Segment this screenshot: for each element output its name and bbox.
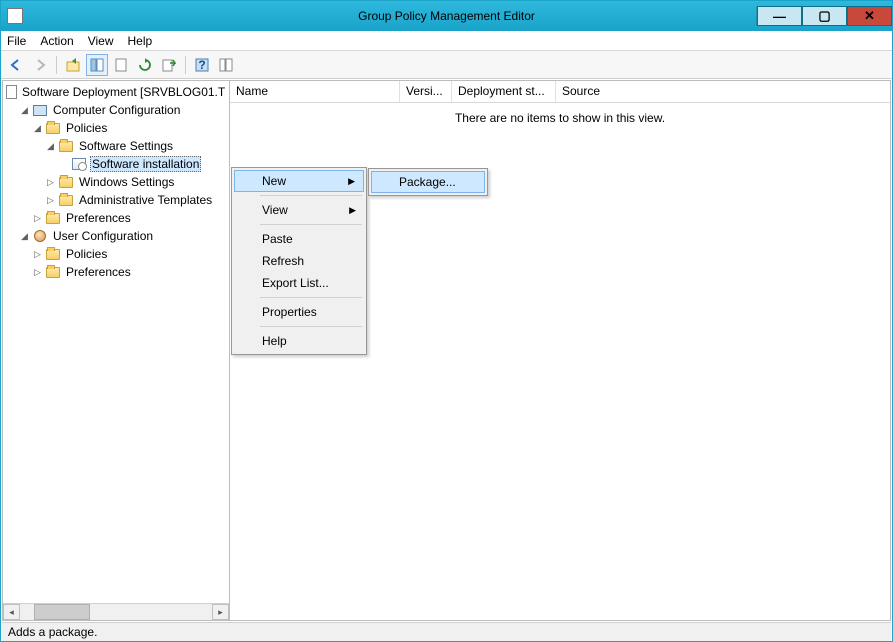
options-button[interactable]	[215, 54, 237, 76]
menu-separator	[260, 224, 362, 225]
scroll-left-button[interactable]: ◂	[3, 604, 20, 620]
empty-list-message: There are no items to show in this view.	[230, 103, 890, 125]
menu-item-label: Properties	[262, 305, 317, 319]
column-headers: Name Versi... Deployment st... Source	[230, 81, 890, 103]
menu-item-label: Help	[262, 334, 287, 348]
expand-icon[interactable]: ▷	[44, 176, 57, 189]
properties-button[interactable]	[110, 54, 132, 76]
folder-icon	[45, 210, 61, 226]
window-title: Group Policy Management Editor	[1, 9, 892, 23]
collapse-icon[interactable]: ◢	[18, 104, 31, 117]
menu-separator	[260, 297, 362, 298]
menu-item-label: Refresh	[262, 254, 304, 268]
submenu-arrow-icon: ▶	[348, 176, 355, 187]
folder-icon	[45, 120, 61, 136]
collapse-icon[interactable]: ◢	[44, 140, 57, 153]
tree-policies[interactable]: Policies	[64, 121, 109, 135]
help-button[interactable]: ?	[191, 54, 213, 76]
folder-icon	[58, 138, 74, 154]
tree-preferences[interactable]: Preferences	[64, 211, 133, 225]
menu-item-label: Export List...	[262, 276, 329, 290]
col-version[interactable]: Versi...	[400, 81, 452, 102]
tree-computer-config[interactable]: Computer Configuration	[51, 103, 182, 117]
menu-item-label: New	[262, 174, 286, 188]
toolbar: ?	[1, 51, 892, 79]
menu-item-label: Paste	[262, 232, 293, 246]
horizontal-scrollbar[interactable]: ◂ ▸	[3, 603, 229, 620]
menu-bar: File Action View Help	[1, 31, 892, 51]
tree-admin-templates[interactable]: Administrative Templates	[77, 193, 214, 207]
tree-software-installation[interactable]: Software installation	[90, 156, 201, 172]
back-button[interactable]	[5, 54, 27, 76]
folder-icon	[58, 174, 74, 190]
menu-item-view[interactable]: View ▶	[234, 199, 364, 221]
expand-icon[interactable]: ▷	[31, 266, 44, 279]
folder-icon	[45, 246, 61, 262]
menu-view[interactable]: View	[88, 34, 114, 48]
menu-item-label: Package...	[399, 175, 456, 189]
tree-windows-settings[interactable]: Windows Settings	[77, 175, 176, 189]
col-deployment[interactable]: Deployment st...	[452, 81, 556, 102]
col-name[interactable]: Name	[230, 81, 400, 102]
menu-item-help[interactable]: Help	[234, 330, 364, 352]
menu-action[interactable]: Action	[40, 34, 73, 48]
menu-item-new[interactable]: New ▶	[234, 170, 364, 192]
context-submenu-new: Package...	[368, 168, 488, 196]
expand-icon[interactable]: ▷	[31, 248, 44, 261]
menu-separator	[260, 326, 362, 327]
submenu-arrow-icon: ▶	[349, 205, 356, 216]
scroll-thumb[interactable]	[34, 604, 90, 620]
export-button[interactable]	[158, 54, 180, 76]
menu-item-export[interactable]: Export List...	[234, 272, 364, 294]
tree-user-policies[interactable]: Policies	[64, 247, 109, 261]
document-icon	[6, 84, 17, 100]
tree-user-config[interactable]: User Configuration	[51, 229, 155, 243]
refresh-button[interactable]	[134, 54, 156, 76]
folder-icon	[58, 192, 74, 208]
collapse-icon[interactable]: ◢	[31, 122, 44, 135]
toolbar-separator	[185, 56, 186, 74]
menu-separator	[260, 195, 362, 196]
tree-root[interactable]: Software Deployment [SRVBLOG01.T	[20, 85, 227, 99]
tree-pane: Software Deployment [SRVBLOG01.T ◢ Comput…	[2, 80, 230, 621]
up-button[interactable]	[62, 54, 84, 76]
forward-button[interactable]	[29, 54, 51, 76]
menu-file[interactable]: File	[7, 34, 26, 48]
package-icon	[71, 156, 87, 172]
menu-item-package[interactable]: Package...	[371, 171, 485, 193]
collapse-icon[interactable]: ◢	[18, 230, 31, 243]
expand-icon[interactable]: ▷	[31, 212, 44, 225]
show-hide-tree-button[interactable]	[86, 54, 108, 76]
scroll-right-button[interactable]: ▸	[212, 604, 229, 620]
context-menu: New▶ View▶ Paste Refresh Export List... …	[231, 167, 367, 355]
expand-icon[interactable]	[57, 158, 70, 171]
toolbar-separator	[56, 56, 57, 74]
computer-icon	[32, 102, 48, 118]
svg-text:?: ?	[198, 58, 205, 72]
status-text: Adds a package.	[8, 625, 97, 639]
client-area: Software Deployment [SRVBLOG01.T ◢ Comput…	[2, 80, 891, 621]
user-icon	[32, 228, 48, 244]
menu-item-refresh[interactable]: Refresh	[234, 250, 364, 272]
title-bar: Group Policy Management Editor — ▢ ✕	[1, 1, 892, 31]
tree-software-settings[interactable]: Software Settings	[77, 139, 175, 153]
col-source[interactable]: Source	[556, 81, 890, 102]
tree-user-preferences[interactable]: Preferences	[64, 265, 133, 279]
status-bar: Adds a package.	[2, 622, 891, 641]
menu-item-label: View	[262, 203, 288, 217]
tree-view[interactable]: Software Deployment [SRVBLOG01.T ◢ Comput…	[5, 83, 227, 602]
menu-item-paste[interactable]: Paste	[234, 228, 364, 250]
folder-icon	[45, 264, 61, 280]
expand-icon[interactable]: ▷	[44, 194, 57, 207]
menu-help[interactable]: Help	[128, 34, 153, 48]
menu-item-properties[interactable]: Properties	[234, 301, 364, 323]
